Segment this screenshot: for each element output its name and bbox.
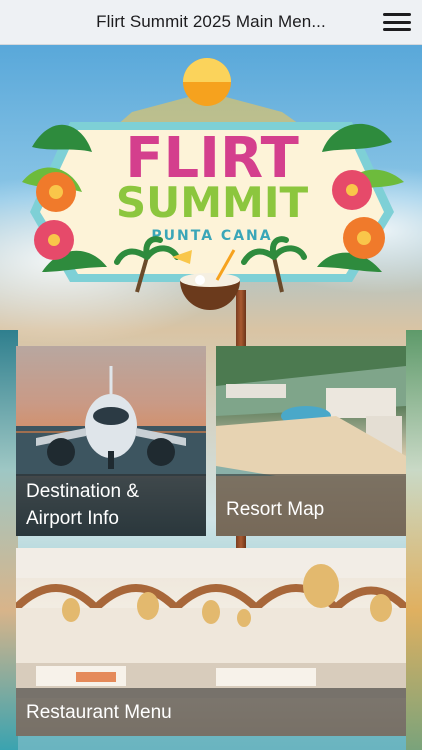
logo-word-summit: SUMMIT xyxy=(116,178,309,227)
top-bar: Flirt Summit 2025 Main Men... xyxy=(0,0,422,45)
logo-word-punta-cana: PUNTA CANA xyxy=(151,228,272,244)
resort-aerial-image xyxy=(216,346,406,476)
restaurant-menu-tile[interactable]: Restaurant Menu xyxy=(16,548,406,736)
tile-label: Destination & Airport Info xyxy=(16,474,206,536)
destination-airport-info-tile[interactable]: Destination & Airport Info xyxy=(16,346,206,536)
airplane-image xyxy=(16,366,206,476)
background-edge-right xyxy=(406,330,422,750)
tile-label-line-2: Airport Info xyxy=(26,508,119,529)
page-title: Flirt Summit 2025 Main Men... xyxy=(96,12,326,31)
hamburger-menu-icon[interactable] xyxy=(382,10,412,34)
tile-label-text: Resort Map xyxy=(226,499,325,520)
flirt-summit-logo: FLIRT SUMMIT PUNTA CANA xyxy=(22,58,404,310)
tile-label-line-1: Destination & xyxy=(26,481,140,502)
tile-label: Restaurant Menu xyxy=(16,688,406,736)
tile-label-text: Restaurant Menu xyxy=(26,702,172,723)
restaurant-interior-image xyxy=(16,548,406,698)
tile-label: Resort Map xyxy=(216,474,406,536)
resort-map-tile[interactable]: Resort Map xyxy=(216,346,406,536)
